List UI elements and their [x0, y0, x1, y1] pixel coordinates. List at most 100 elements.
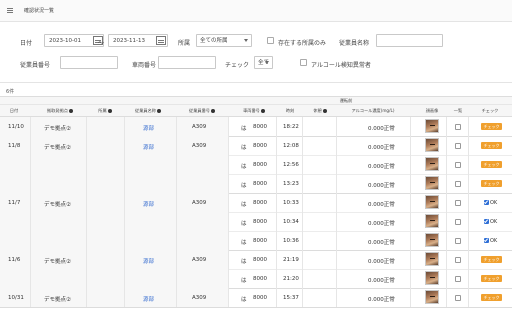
only-existing-checkbox[interactable] — [267, 37, 274, 44]
header-memo[interactable]: 休憩 — [307, 108, 333, 114]
title-bar: 確認状況一覧 — [0, 0, 512, 22]
face-photo[interactable] — [425, 290, 439, 304]
column-divider — [86, 117, 87, 307]
face-photo[interactable] — [425, 157, 439, 171]
employee-name-link[interactable]: 源部 — [143, 295, 154, 303]
header-vehicle-no[interactable]: 車両番号 — [236, 108, 272, 114]
ok-checkbox[interactable] — [484, 219, 489, 224]
employee-name-link[interactable]: 源部 — [143, 200, 154, 208]
header-base[interactable]: 拠取発拠点 — [40, 108, 80, 114]
sort-icon — [260, 109, 265, 113]
cell-date: 11/8 — [8, 143, 21, 149]
employee-name-link[interactable]: 源部 — [143, 143, 154, 151]
ok-checkbox[interactable] — [484, 238, 489, 243]
face-photo[interactable] — [425, 271, 439, 285]
check-button[interactable]: チェック — [481, 256, 502, 263]
cell-alcohol: 0.000正常 — [368, 164, 395, 170]
cell-vehicle-kana: は — [241, 240, 247, 246]
cell-base: デモ拠点② — [44, 202, 71, 208]
cell-date: 10/31 — [8, 295, 24, 301]
confirm-checkbox[interactable] — [455, 238, 461, 244]
cell-alcohol: 0.000正常 — [368, 259, 395, 265]
cell-vehicle-no: 8000 — [253, 295, 267, 301]
sort-icon — [210, 109, 215, 113]
chevron-down-icon — [244, 39, 248, 42]
confirm-checkbox[interactable] — [455, 257, 461, 263]
check-button[interactable]: チェック — [481, 123, 502, 130]
ok-label: OK — [490, 238, 498, 244]
face-photo[interactable] — [425, 252, 439, 266]
check-button[interactable]: チェック — [481, 180, 502, 187]
employee-name-link[interactable]: 源部 — [143, 257, 154, 265]
vehicle-no-input[interactable] — [158, 56, 216, 69]
face-photo[interactable] — [425, 176, 439, 190]
cell-time: 10:34 — [283, 219, 299, 225]
cell-alcohol: 0.000正常 — [368, 221, 395, 227]
face-photo[interactable] — [425, 214, 439, 228]
group-background — [0, 250, 228, 288]
check-label: チェック — [225, 62, 250, 69]
face-photo[interactable] — [425, 119, 439, 133]
face-photo[interactable] — [425, 195, 439, 209]
cell-vehicle-kana: は — [241, 183, 247, 189]
header-photo: 顔画像 — [425, 108, 439, 113]
column-divider — [176, 117, 177, 307]
alcohol-only-checkbox[interactable] — [300, 59, 307, 66]
confirm-checkbox[interactable] — [455, 181, 461, 187]
employee-no-input[interactable] — [60, 56, 118, 69]
cell-time: 21:19 — [283, 257, 299, 263]
header-employee-no[interactable]: 従業員番号 — [180, 108, 224, 114]
confirm-checkbox[interactable] — [455, 276, 461, 282]
filter-panel: 日付 2023-10-01 〜 2023-11-13 所属 全ての所属 存在する… — [0, 22, 512, 83]
menu-icon[interactable] — [6, 7, 14, 15]
check-button[interactable]: チェック — [481, 275, 502, 282]
confirm-checkbox[interactable] — [455, 162, 461, 168]
check-button[interactable]: チェック — [481, 142, 502, 149]
face-photo[interactable] — [425, 138, 439, 152]
header-time[interactable]: 時刻 — [280, 108, 300, 114]
affiliation-label: 所属 — [178, 40, 191, 47]
ok-label: OK — [490, 200, 498, 206]
sort-icon — [322, 109, 327, 113]
header-employee-name[interactable]: 従業員名称 — [128, 108, 168, 114]
cell-alcohol: 0.000正常 — [368, 202, 395, 208]
cell-vehicle-no: 8000 — [253, 238, 267, 244]
ok-checkbox[interactable] — [484, 200, 489, 205]
confirm-checkbox[interactable] — [455, 124, 461, 130]
cell-vehicle-no: 8000 — [253, 200, 267, 206]
cell-employee-no: A309 — [192, 124, 207, 130]
header-check[interactable]: チェック — [474, 108, 506, 114]
employee-name-link[interactable]: 源部 — [143, 124, 154, 132]
group-divider — [0, 307, 512, 308]
check-button[interactable]: チェック — [481, 161, 502, 168]
group-header-label: 運転前 — [339, 98, 353, 103]
column-divider — [468, 117, 469, 307]
cell-time: 10:36 — [283, 238, 299, 244]
header-alcohol[interactable]: アルコール濃度(mg/L) — [340, 108, 406, 114]
cell-vehicle-no: 8000 — [253, 143, 267, 149]
calendar-icon[interactable] — [156, 36, 166, 45]
cell-employee-no: A309 — [192, 295, 207, 301]
chevron-down-icon — [265, 61, 269, 64]
confirm-checkbox[interactable] — [455, 200, 461, 206]
ok-label: OK — [490, 219, 498, 225]
cell-alcohol: 0.000正常 — [368, 240, 395, 246]
header-affiliation[interactable]: 所属 — [92, 108, 118, 114]
table-group-header: 運転前 — [0, 97, 512, 105]
employee-name-input[interactable] — [376, 34, 443, 47]
face-photo[interactable] — [425, 233, 439, 247]
confirm-checkbox[interactable] — [455, 219, 461, 225]
check-select[interactable]: 全て — [254, 56, 273, 69]
header-date[interactable]: 日付 — [4, 108, 24, 114]
confirm-checkbox[interactable] — [455, 143, 461, 149]
column-divider — [30, 117, 31, 307]
cell-alcohol: 0.000正常 — [368, 297, 395, 303]
cell-vehicle-no: 8000 — [253, 124, 267, 130]
confirm-checkbox[interactable] — [455, 295, 461, 301]
cell-vehicle-kana: は — [241, 278, 247, 284]
alcohol-only-label: アルコール検知異常者 — [311, 62, 371, 69]
header-confirm[interactable]: 一覧 — [448, 108, 468, 114]
check-button[interactable]: チェック — [481, 294, 502, 301]
cell-vehicle-no: 8000 — [253, 219, 267, 225]
affiliation-select[interactable]: 全ての所属 — [196, 34, 252, 47]
